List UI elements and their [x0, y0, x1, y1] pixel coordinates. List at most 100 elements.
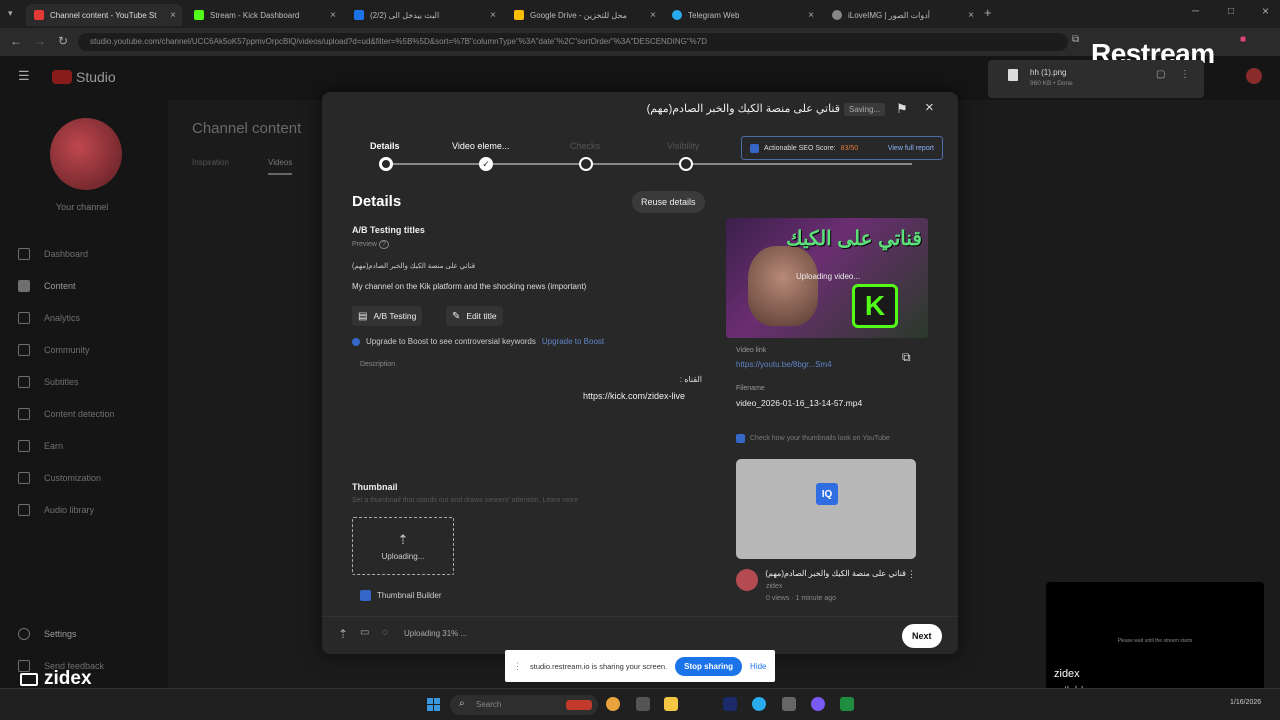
edit-title-button[interactable]: ✎ Edit title [446, 306, 503, 326]
more-vert-icon[interactable]: ⋮ [907, 569, 916, 580]
maximize-icon[interactable]: □ [1228, 6, 1234, 17]
reload-icon[interactable]: ↻ [58, 34, 68, 48]
nav-settings[interactable]: Settings [18, 628, 77, 640]
nav-earn[interactable]: Earn [18, 440, 63, 452]
feedback-icon[interactable]: ⚑ [896, 101, 908, 117]
new-tab-icon[interactable]: + [984, 5, 992, 20]
tab-videos[interactable]: Videos [268, 158, 293, 175]
tab-iloveimg[interactable]: iLoveIMG | أدوات الصور × [824, 4, 980, 26]
seo-report-link[interactable]: View full report [888, 145, 934, 152]
ab-sub-text: Preview [352, 241, 377, 248]
close-tab-icon[interactable]: × [808, 10, 814, 21]
tab-list-icon[interactable]: ▾ [8, 8, 13, 19]
translate-icon[interactable]: ⧉ [1072, 34, 1079, 45]
nav-customization[interactable]: Customization [18, 472, 101, 484]
nav-subtitles[interactable]: Subtitles [18, 376, 79, 388]
iq-note-text: Check how your thumbnails look on YouTub… [750, 435, 890, 442]
open-folder-icon[interactable]: ▢ [1156, 69, 1165, 80]
excel-icon[interactable] [840, 697, 854, 711]
tab-kick[interactable]: Stream - Kick Dashboard × [186, 4, 342, 26]
file-explorer-icon[interactable] [664, 697, 678, 711]
title-arabic[interactable]: قناتي على منصة الكيك والخبر الصادم(مهم) [352, 262, 475, 270]
tab-youtube-studio[interactable]: Channel content - YouTube St × [26, 4, 182, 26]
close-tab-icon[interactable]: × [170, 10, 176, 21]
description-url[interactable]: https://kick.com/zidex-live [583, 391, 685, 401]
seo-label: Actionable SEO Score: [764, 144, 836, 152]
windows-start-icon[interactable] [427, 698, 440, 711]
account-avatar[interactable] [1246, 68, 1262, 84]
close-tab-icon[interactable]: × [968, 10, 974, 21]
download-menu-icon[interactable]: ⋮ [1180, 69, 1190, 80]
close-tab-icon[interactable]: × [330, 10, 336, 21]
nav-analytics[interactable]: Analytics [18, 312, 80, 324]
filename-label: Filename [736, 385, 765, 392]
minimize-icon[interactable]: ─ [1192, 6, 1199, 17]
nav-community[interactable]: Community [18, 344, 90, 356]
chrome-icon[interactable] [606, 697, 620, 711]
address-bar: ← → ↻ studio.youtube.com/channel/UCC6Ak5… [0, 28, 1280, 56]
step-details-dot[interactable] [379, 157, 393, 171]
tab-facebook[interactable]: (2/2) البث بيدخل الى × [346, 4, 502, 26]
ab-testing-button[interactable]: ▤ A/B Testing [352, 306, 423, 326]
widget-flag-icon[interactable] [566, 700, 592, 710]
step-video-elements-check-icon[interactable]: ✓ [479, 157, 493, 171]
seo-score-banner[interactable]: Actionable SEO Score: 83/50 View full re… [741, 136, 943, 160]
nav-audio-library[interactable]: Audio library [18, 504, 94, 516]
help-icon[interactable]: ? [378, 240, 389, 249]
tab-google-drive[interactable]: Google Drive - محل للتخزين × [506, 4, 662, 26]
forward-icon[interactable]: → [34, 34, 46, 48]
telegram-favicon-icon [672, 10, 682, 20]
checks-status-icon[interactable]: ◌ [382, 627, 388, 638]
step-visibility-dot[interactable] [679, 157, 693, 171]
capcut-icon[interactable] [782, 697, 796, 711]
ab-testing-title: A/B Testing titles [352, 225, 425, 235]
nav-content-detection[interactable]: Content detection [18, 408, 115, 420]
nav-content[interactable]: Content [18, 280, 76, 292]
obs-icon[interactable] [636, 697, 650, 711]
close-window-icon[interactable]: × [1262, 4, 1269, 18]
upgrade-link[interactable]: Upgrade to Boost [542, 337, 604, 346]
hide-button[interactable]: Hide [750, 662, 766, 671]
vidiq-icon [360, 590, 371, 601]
saving-badge: Saving... [844, 103, 886, 116]
drag-handle-icon[interactable]: ⋮ [513, 661, 522, 672]
preview-result-row[interactable]: قناتي على منصة الكيك والخبر الصادم(مهم) … [736, 567, 916, 603]
copy-icon[interactable]: ⧉ [902, 350, 911, 365]
discord-icon[interactable] [811, 697, 825, 711]
upload-status-icon[interactable]: ⇡ [338, 627, 348, 641]
after-effects-icon[interactable] [723, 697, 737, 711]
close-tab-icon[interactable]: × [490, 10, 496, 21]
studio-logo[interactable]: Studio [52, 69, 116, 85]
vidiq-thumbnail-card[interactable]: IQ [736, 459, 916, 559]
thumbnail-builder-button[interactable]: Thumbnail Builder [360, 590, 441, 601]
extension-icon[interactable]: ■ [1240, 34, 1246, 45]
tab-inspiration[interactable]: Inspiration [192, 158, 229, 167]
taskbar-clock[interactable]: 1/16/2026 [1230, 699, 1261, 706]
hd-icon[interactable]: ▭ [360, 627, 369, 638]
title-english[interactable]: My channel on the Kik platform and the s… [352, 282, 586, 291]
content-icon [18, 280, 30, 292]
close-icon[interactable]: × [925, 99, 934, 116]
video-link[interactable]: https://youtu.be/8bgr...Sm4 [736, 360, 832, 369]
stop-sharing-button[interactable]: Stop sharing [675, 656, 743, 676]
channel-avatar[interactable] [50, 118, 122, 190]
description-arabic-line[interactable]: القناه : [680, 375, 702, 384]
telegram-icon[interactable] [752, 697, 766, 711]
upload-progress-text: Uploading 31% ... [404, 629, 468, 638]
reuse-details-button[interactable]: Reuse details [632, 191, 705, 213]
back-icon[interactable]: ← [10, 34, 22, 48]
result-views: 0 views · 1 minute ago [766, 595, 837, 602]
menu-icon[interactable]: ☰ [18, 68, 30, 84]
next-button[interactable]: Next [902, 624, 942, 648]
step-checks-dot[interactable] [579, 157, 593, 171]
vidiq-icon [750, 143, 759, 153]
url-field[interactable]: studio.youtube.com/channel/UCC6Ak5oK57pp… [78, 33, 1068, 51]
upload-thumbnail-button[interactable]: ⇡ Uploading... [352, 517, 454, 575]
tab-telegram[interactable]: Telegram Web × [664, 4, 820, 26]
close-tab-icon[interactable]: × [650, 10, 656, 21]
upgrade-text: Upgrade to Boost to see controversial ke… [366, 337, 536, 346]
kick-logo-icon: K [852, 284, 898, 328]
video-preview[interactable]: قناتي على الكيك K Uploading video... [726, 218, 928, 338]
nav-dashboard[interactable]: Dashboard [18, 248, 88, 260]
download-notification[interactable]: hh (1).png 960 KB • Done ▢ ⋮ [988, 60, 1204, 98]
